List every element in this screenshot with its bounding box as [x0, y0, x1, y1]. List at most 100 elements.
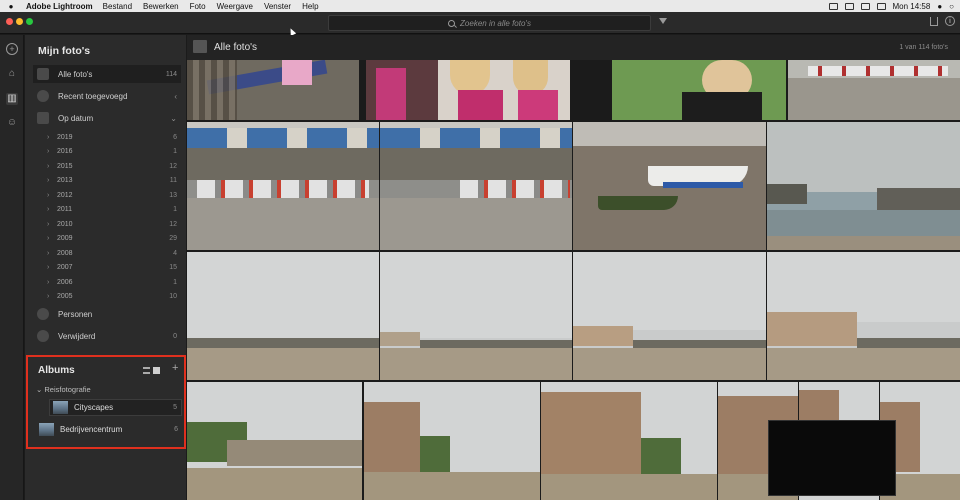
photo-thumbnail[interactable]	[573, 122, 766, 250]
year-count: 10	[169, 292, 177, 300]
sidebar-item-people[interactable]: Personen	[33, 305, 181, 323]
photo-thumbnail[interactable]	[541, 382, 717, 500]
album-item-bedrijvencentrum[interactable]: Bedrijvencentrum 6	[36, 421, 182, 438]
user-icon[interactable]: ●	[937, 2, 942, 11]
window-titlebar: Zoeken in alle foto's i	[0, 12, 960, 34]
chevron-right-icon: ›	[47, 205, 50, 213]
album-item-cityscapes[interactable]: Cityscapes 5	[49, 399, 182, 416]
chevron-down-icon[interactable]: ⌄	[170, 114, 177, 123]
albums-title: Albums	[38, 365, 75, 376]
chevron-right-icon: ›	[47, 162, 50, 170]
album-label: Cityscapes	[74, 403, 114, 412]
maximize-window-button[interactable]	[26, 18, 33, 25]
list-view-icon[interactable]	[143, 367, 150, 374]
info-icon[interactable]: i	[945, 16, 955, 26]
app-menu[interactable]: Adobe Lightroom	[26, 2, 93, 11]
year-label: 2008	[57, 249, 73, 257]
menu-foto[interactable]: Foto	[190, 2, 206, 11]
photos-icon	[193, 40, 207, 53]
sidebar-item-by-date[interactable]: Op datum ⌄	[33, 109, 181, 127]
search-placeholder: Zoeken in alle foto's	[460, 18, 531, 28]
sidebar-item-recent[interactable]: Recent toegevoegd ‹	[33, 87, 181, 105]
year-count: 4	[173, 249, 177, 257]
photo-thumbnail[interactable]	[380, 122, 572, 250]
year-label: 2009	[57, 234, 73, 242]
album-count: 6	[174, 426, 178, 433]
filter-icon[interactable]	[659, 18, 667, 24]
people-icon[interactable]: ☺	[6, 117, 18, 129]
photo-thumbnail[interactable]	[364, 382, 540, 500]
photo-thumbnail[interactable]	[788, 60, 960, 120]
photo-thumbnail[interactable]	[573, 252, 766, 380]
macos-menubar: ● Adobe Lightroom Bestand Bewerken Foto …	[0, 0, 960, 12]
year-item[interactable]: › 2005 10	[47, 289, 181, 303]
status-area: Mon 14:58 ● ○	[828, 0, 954, 12]
menu-weergave[interactable]: Weergave	[217, 2, 253, 11]
home-icon[interactable]: ⌂	[6, 68, 18, 80]
library-icon[interactable]: ▥	[6, 93, 18, 105]
trash-icon	[37, 330, 49, 342]
year-item[interactable]: › 2011 1	[47, 202, 181, 216]
chevron-left-icon[interactable]: ‹	[174, 92, 177, 101]
wifi-icon[interactable]	[860, 2, 870, 10]
photo-thumbnail[interactable]	[187, 252, 379, 380]
display-icon[interactable]	[828, 2, 838, 10]
sidebar-item-label: Op datum	[58, 113, 94, 123]
year-item[interactable]: › 2013 11	[47, 173, 181, 187]
battery-icon[interactable]	[876, 2, 886, 10]
sidebar-title: Mijn foto's	[38, 45, 91, 57]
year-count: 6	[173, 133, 177, 141]
photo-thumbnail[interactable]	[380, 252, 572, 380]
share-icon[interactable]	[930, 17, 938, 26]
year-item[interactable]: › 2012 13	[47, 188, 181, 202]
year-item[interactable]: › 2015 12	[47, 159, 181, 173]
year-label: 2010	[57, 220, 73, 228]
year-label: 2007	[57, 263, 73, 271]
photo-thumbnail[interactable]	[366, 60, 438, 120]
airplay-icon[interactable]	[844, 2, 854, 10]
minimize-window-button[interactable]	[16, 18, 23, 25]
photo-thumbnail[interactable]	[187, 122, 379, 250]
apple-menu-icon[interactable]: ●	[4, 2, 18, 11]
album-thumbnail	[53, 401, 68, 414]
menu-help[interactable]: Help	[302, 2, 318, 11]
album-folder[interactable]: ⌄ Reisfotografie	[36, 385, 91, 394]
photo-thumbnail[interactable]	[187, 382, 362, 500]
search-input[interactable]: Zoeken in alle foto's	[328, 15, 651, 31]
add-icon[interactable]: +	[6, 43, 18, 55]
clock[interactable]: Mon 14:58	[893, 2, 931, 11]
add-album-icon[interactable]: +	[172, 362, 178, 374]
photo-thumbnail[interactable]	[438, 60, 570, 120]
photo-thumbnail[interactable]	[767, 252, 960, 380]
menu-venster[interactable]: Venster	[264, 2, 291, 11]
spotlight-icon[interactable]: ○	[949, 2, 954, 11]
photo-thumbnail[interactable]	[767, 122, 960, 250]
sidebar-item-deleted[interactable]: Verwijderd 0	[33, 327, 181, 345]
sidebar-item-label: Verwijderd	[58, 331, 96, 341]
year-count: 1	[173, 278, 177, 286]
year-item[interactable]: › 2006 1	[47, 275, 181, 289]
sidebar-item-all-photos[interactable]: Alle foto's 114	[33, 65, 181, 83]
year-count: 1	[173, 147, 177, 155]
year-item[interactable]: › 2016 1	[47, 144, 181, 158]
year-item[interactable]: › 2019 6	[47, 130, 181, 144]
close-window-button[interactable]	[6, 18, 13, 25]
menu-bewerken[interactable]: Bewerken	[143, 2, 179, 11]
menu-bestand[interactable]: Bestand	[103, 2, 132, 11]
grid-view-icon[interactable]	[153, 367, 160, 374]
year-count: 29	[169, 234, 177, 242]
year-item[interactable]: › 2007 15	[47, 260, 181, 274]
chevron-right-icon: ›	[47, 133, 50, 141]
photo-thumbnail[interactable]	[187, 60, 359, 120]
left-rail: + ⌂ ▥ ☺	[0, 35, 24, 500]
year-item[interactable]: › 2008 4	[47, 246, 181, 260]
person-icon	[37, 308, 49, 320]
year-item[interactable]: › 2009 29	[47, 231, 181, 245]
photo-thumbnail[interactable]	[612, 60, 786, 120]
year-label: 2006	[57, 278, 73, 286]
chevron-right-icon: ›	[47, 292, 50, 300]
year-item[interactable]: › 2010 12	[47, 217, 181, 231]
sidebar-item-label: Personen	[58, 309, 93, 319]
chevron-right-icon: ›	[47, 147, 50, 155]
photo-count: 1 van 114 foto's	[899, 44, 948, 51]
